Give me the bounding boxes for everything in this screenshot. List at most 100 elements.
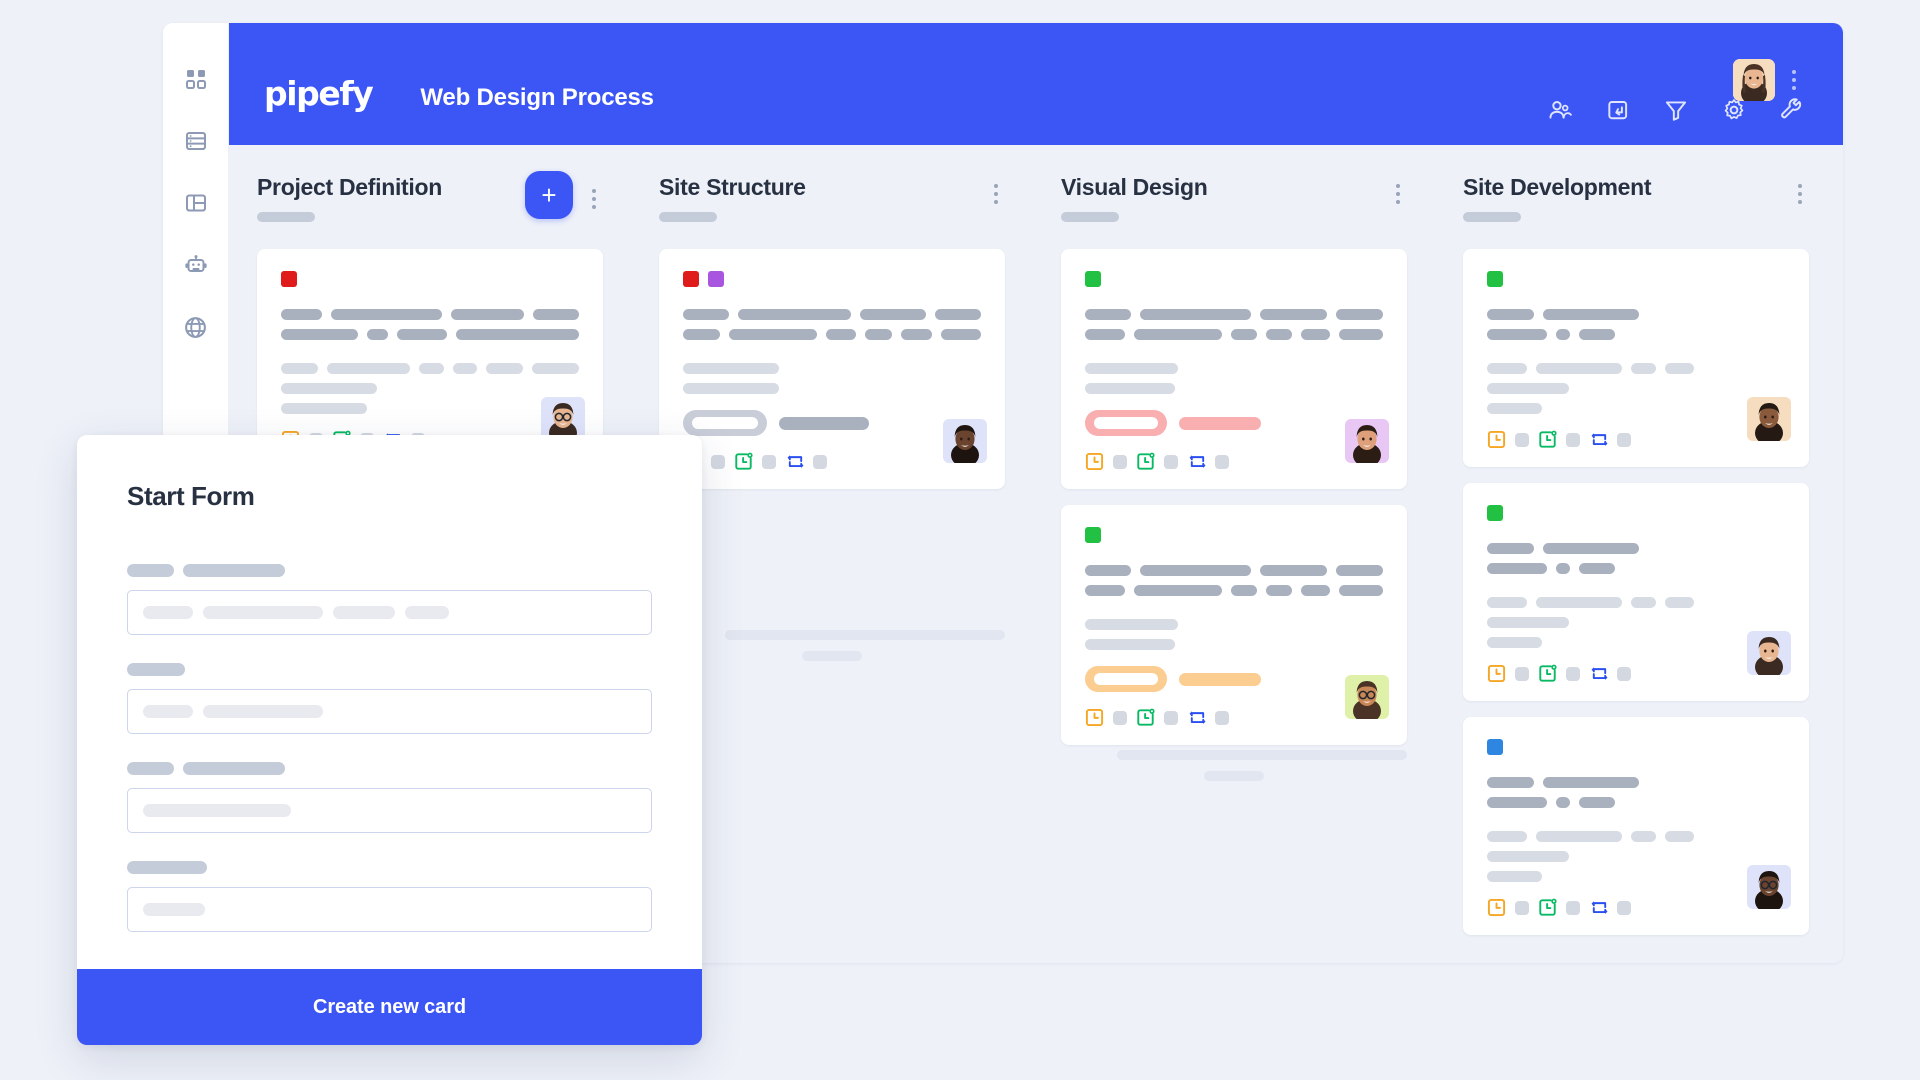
skeleton-bar (1139, 565, 1252, 576)
import-cards-icon[interactable] (1605, 97, 1631, 123)
footer-placeholder-dot (1515, 666, 1529, 681)
checklist-badge-icon[interactable] (1136, 708, 1155, 727)
create-new-card-button[interactable]: Create new card (77, 969, 702, 1045)
card[interactable] (659, 249, 1005, 489)
skeleton-bar (281, 309, 323, 320)
footer-placeholder-dot (813, 454, 827, 469)
card-label-chip (1085, 271, 1101, 287)
connected-cards-icon[interactable] (785, 452, 804, 471)
skeleton-bar (281, 403, 367, 414)
footer-placeholder-dot (1617, 900, 1631, 915)
card-status-badge-solid (1179, 416, 1261, 430)
column-title: Site Development (1463, 174, 1652, 200)
board-column-4: Site Development (1435, 145, 1837, 963)
card[interactable] (1463, 249, 1809, 467)
card-body-skeleton (1085, 639, 1383, 650)
sidebar-item-layout[interactable] (178, 185, 214, 221)
filter-icon[interactable] (1663, 97, 1689, 123)
card-assignee-avatar[interactable] (1747, 865, 1791, 909)
due-date-clock-icon[interactable] (1085, 452, 1104, 471)
card-title-skeleton (1487, 329, 1785, 340)
due-date-clock-icon[interactable] (1085, 708, 1104, 727)
card-assignee-avatar[interactable] (1747, 631, 1791, 675)
card-assignee-avatar[interactable] (1345, 675, 1389, 719)
card-label-chip (1487, 739, 1503, 755)
footer-placeholder-dot (1566, 432, 1580, 447)
column-more-items-placeholder (659, 630, 1005, 661)
card-body-skeleton (1487, 831, 1785, 842)
skeleton-bar (1487, 851, 1569, 862)
card-label-chip (683, 271, 699, 287)
footer-placeholder-dot (1113, 454, 1127, 469)
skeleton-bar (1487, 777, 1534, 788)
skeleton-bar (183, 762, 285, 775)
skeleton-bar (127, 663, 185, 676)
form-field-input[interactable] (127, 590, 652, 635)
card-assignee-avatar[interactable] (943, 419, 987, 463)
skeleton-bar (143, 705, 193, 718)
sidebar-item-dashboard[interactable] (178, 61, 214, 97)
wrench-tools-icon[interactable] (1779, 97, 1805, 123)
sidebar-item-public[interactable] (178, 309, 214, 345)
checklist-badge-icon[interactable] (1538, 664, 1557, 683)
board-column-3: Visual Design (1033, 145, 1435, 963)
form-field-input[interactable] (127, 788, 652, 833)
form-field (127, 861, 652, 932)
card[interactable] (1463, 717, 1809, 935)
checklist-badge-icon[interactable] (734, 452, 753, 471)
skeleton-bar (331, 309, 443, 320)
skeleton-bar (859, 309, 927, 320)
card-body-skeleton (1085, 363, 1383, 374)
card-assignee-avatar[interactable] (1345, 419, 1389, 463)
connected-cards-icon[interactable] (1187, 708, 1206, 727)
due-date-clock-icon[interactable] (1487, 430, 1506, 449)
brand-row: pipefy Web Design Process (264, 77, 654, 110)
due-date-clock-icon[interactable] (1487, 664, 1506, 683)
settings-gear-icon[interactable] (1721, 97, 1747, 123)
card-status-badge-outline (1085, 666, 1167, 692)
card-assignee-avatar[interactable] (1747, 397, 1791, 441)
card[interactable] (1061, 505, 1407, 745)
form-field-input[interactable] (127, 887, 652, 932)
skeleton-bar (1139, 309, 1252, 320)
column-more-options-button[interactable] (987, 179, 1005, 209)
avatar[interactable] (1733, 59, 1775, 101)
start-form-body: Start Form (77, 435, 702, 969)
connected-cards-icon[interactable] (1187, 452, 1206, 471)
sidebar-item-database[interactable] (178, 123, 214, 159)
card[interactable] (1061, 249, 1407, 489)
checklist-badge-icon[interactable] (1538, 898, 1557, 917)
form-field-input[interactable] (127, 689, 652, 734)
column-header-left: Site Development (1463, 171, 1652, 223)
card[interactable] (1463, 483, 1809, 701)
skeleton-bar (281, 383, 377, 394)
card-body-skeleton (683, 383, 981, 394)
column-header-actions: + (525, 171, 603, 219)
connected-cards-icon[interactable] (1589, 664, 1608, 683)
column-more-options-button[interactable] (1791, 179, 1809, 209)
card-status-badge-outline (1085, 410, 1167, 436)
column-more-options-button[interactable] (1389, 179, 1407, 209)
column-more-options-button[interactable] (585, 184, 603, 214)
card-footer (683, 452, 981, 471)
checklist-badge-icon[interactable] (1136, 452, 1155, 471)
sidebar-item-automations[interactable] (178, 247, 214, 283)
checklist-badge-icon[interactable] (1538, 430, 1557, 449)
members-icon[interactable] (1547, 97, 1573, 123)
connected-cards-icon[interactable] (1589, 430, 1608, 449)
card-labels (281, 271, 579, 287)
pipefy-logo[interactable]: pipefy (264, 77, 374, 110)
card-title-skeleton (683, 329, 981, 340)
skeleton-bar (143, 606, 193, 619)
header-more-options-button[interactable] (1785, 67, 1803, 93)
add-card-button[interactable]: + (525, 171, 573, 219)
card-label-chip (1487, 505, 1503, 521)
connected-cards-icon[interactable] (1589, 898, 1608, 917)
card-body-skeleton (683, 363, 981, 374)
column-header-actions (1389, 171, 1407, 209)
due-date-clock-icon[interactable] (1487, 898, 1506, 917)
skeleton-bar (1579, 329, 1615, 340)
placeholder-bar (1204, 771, 1264, 781)
placeholder-bar (802, 651, 862, 661)
